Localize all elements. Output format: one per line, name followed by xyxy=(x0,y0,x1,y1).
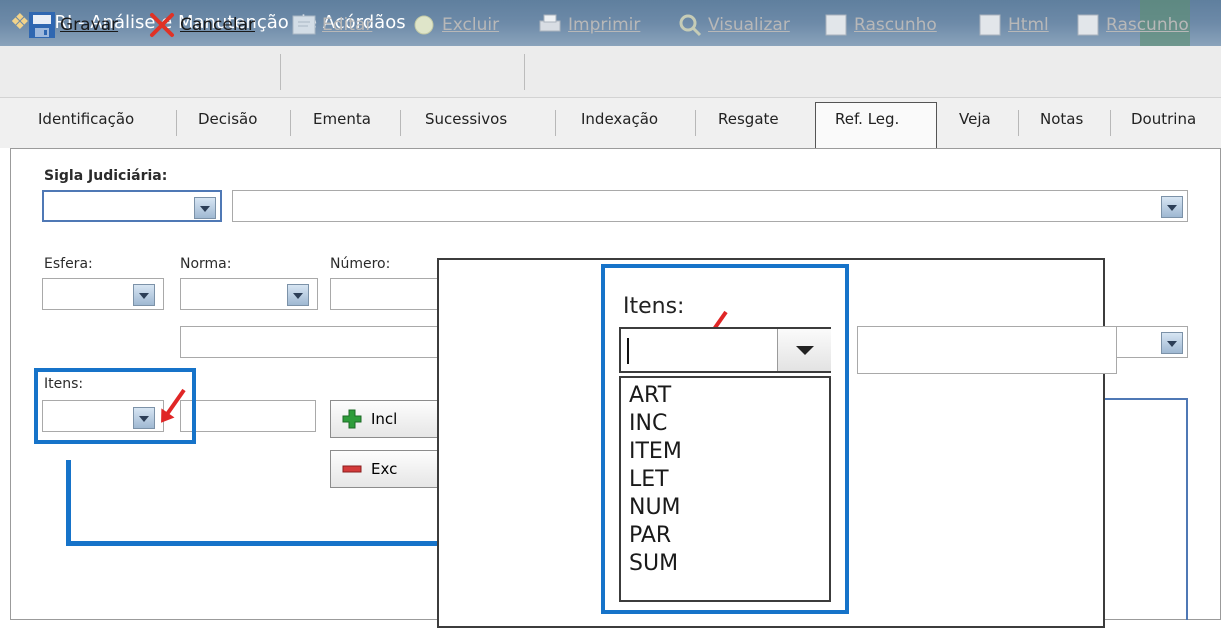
gravar-label: Gravar xyxy=(60,15,119,35)
tab-notas[interactable]: Notas xyxy=(1040,110,1083,136)
edit-icon xyxy=(290,11,318,39)
minus-icon xyxy=(342,465,362,473)
text-cursor xyxy=(627,338,629,364)
list-item[interactable]: ART xyxy=(621,382,829,410)
tab-indexacao[interactable]: Indexação xyxy=(581,110,658,136)
tab-separator xyxy=(400,110,401,136)
preview-icon xyxy=(676,11,704,39)
list-item[interactable]: INC xyxy=(621,410,829,438)
excluir-button[interactable]: Excluir xyxy=(410,8,499,42)
toolbar xyxy=(0,46,1221,98)
print-icon xyxy=(536,11,564,39)
app-logo-icon: ❖ xyxy=(10,10,30,35)
chevron-down-icon xyxy=(796,346,814,355)
list-item[interactable]: NUM xyxy=(621,494,829,522)
excluir-label: Exc xyxy=(371,460,398,478)
cancel-icon xyxy=(148,11,176,39)
rascunho2-label: Rascunho xyxy=(1106,15,1189,35)
html-button[interactable]: Html xyxy=(976,8,1049,42)
tab-ementa[interactable]: Ementa xyxy=(313,110,371,136)
rascunho-button[interactable]: Rascunho xyxy=(822,8,937,42)
zoom-itens-combo[interactable] xyxy=(619,327,831,373)
draft-icon xyxy=(1074,11,1102,39)
imprimir-button[interactable]: Imprimir xyxy=(536,8,640,42)
tab-separator xyxy=(290,110,291,136)
itens-dropdown-list: ART INC ITEM LET NUM PAR SUM xyxy=(619,376,831,602)
list-item[interactable]: LET xyxy=(621,466,829,494)
sigla-descricao-combo[interactable] xyxy=(232,190,1188,222)
chevron-down-icon[interactable] xyxy=(133,284,155,306)
list-item[interactable]: ITEM xyxy=(621,438,829,466)
visualizar-button[interactable]: Visualizar xyxy=(676,8,790,42)
tab-doutrina[interactable]: Doutrina xyxy=(1131,110,1196,136)
tab-ref-leg[interactable]: Ref. Leg. xyxy=(835,110,899,136)
cancelar-button[interactable]: Cancelar xyxy=(148,8,255,42)
connector-line xyxy=(66,460,71,546)
cancelar-label: Cancelar xyxy=(180,15,255,35)
tab-veja[interactable]: Veja xyxy=(959,110,991,136)
chevron-down-icon[interactable] xyxy=(1161,332,1183,354)
draft-icon xyxy=(822,11,850,39)
incluir-label: Incl xyxy=(371,410,398,428)
norma-label: Norma: xyxy=(180,256,232,272)
visualizar-label: Visualizar xyxy=(708,15,790,35)
tab-separator xyxy=(1018,110,1019,136)
zoom-itens-label: Itens: xyxy=(623,294,685,319)
esfera-combo[interactable] xyxy=(42,278,164,310)
sigla-combo[interactable] xyxy=(42,190,222,222)
norma-descricao-input[interactable] xyxy=(180,326,440,358)
excluir-item-button[interactable]: Exc xyxy=(330,450,440,488)
toolbar-separator xyxy=(280,54,281,90)
list-item[interactable]: PAR xyxy=(621,522,829,550)
rascunho-label: Rascunho xyxy=(854,15,937,35)
editar-button[interactable]: Editar xyxy=(290,8,372,42)
chevron-down-icon[interactable] xyxy=(287,284,309,306)
list-item[interactable]: SUM xyxy=(621,550,829,578)
toolbar-separator xyxy=(524,54,525,90)
esfera-label: Esfera: xyxy=(44,256,93,272)
numero-input[interactable] xyxy=(330,278,440,310)
editar-label: Editar xyxy=(322,15,373,35)
imprimir-label: Imprimir xyxy=(568,15,641,35)
tab-separator xyxy=(176,110,177,136)
rascunho-html-button[interactable]: Rascunho xyxy=(1074,8,1189,42)
gravar-button[interactable]: Gravar xyxy=(28,8,118,42)
item-valor-input[interactable] xyxy=(180,400,316,432)
html-label: Html xyxy=(1008,15,1049,35)
chevron-down-icon[interactable] xyxy=(1161,196,1183,218)
tab-separator xyxy=(555,110,556,136)
norma-combo[interactable] xyxy=(180,278,318,310)
html-icon xyxy=(976,11,1004,39)
tab-decisao[interactable]: Decisão xyxy=(198,110,257,136)
plus-icon xyxy=(342,409,362,429)
chevron-down-icon[interactable] xyxy=(194,197,216,219)
delete-icon xyxy=(410,11,438,39)
tab-separator xyxy=(695,110,696,136)
zoom-dropdown-button[interactable] xyxy=(777,329,831,371)
tab-sucessivos[interactable]: Sucessivos xyxy=(425,110,507,136)
tab-separator xyxy=(1110,110,1111,136)
save-icon xyxy=(28,11,56,39)
excluir-label: Excluir xyxy=(442,15,500,35)
numero-label: Número: xyxy=(330,256,391,272)
incluir-button[interactable]: Incl xyxy=(330,400,440,438)
itens-list-panel xyxy=(1100,398,1188,620)
tab-resgate[interactable]: Resgate xyxy=(718,110,779,136)
zoom-context-input xyxy=(857,326,1117,374)
tab-identificacao[interactable]: Identificação xyxy=(38,110,134,136)
sigla-label: Sigla Judiciária: xyxy=(44,168,168,184)
